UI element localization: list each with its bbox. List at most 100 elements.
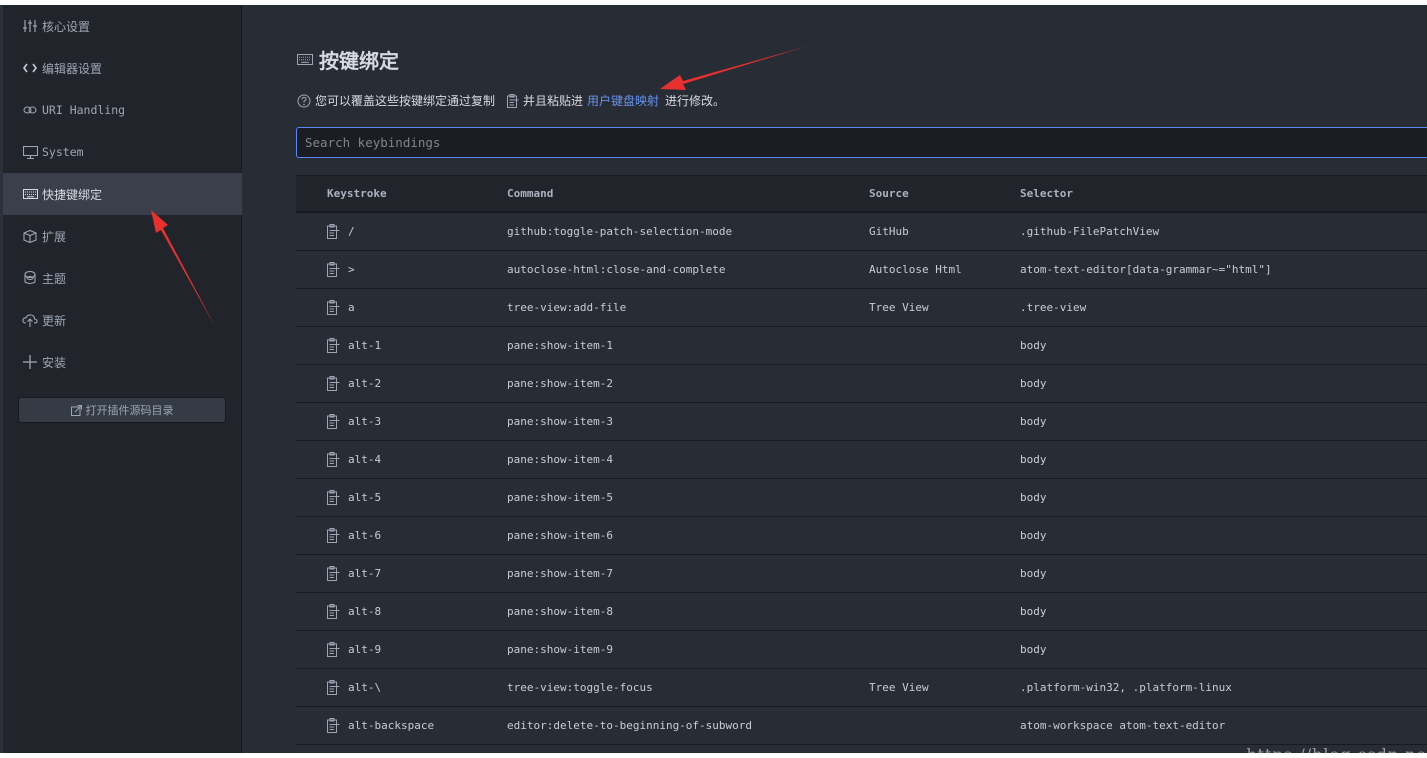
settings-window: 核心设置 编辑器设置 URI Handling System 快捷键绑定 扩展 … — [0, 5, 1427, 753]
keystroke-value: / — [348, 225, 355, 238]
copy-icon[interactable] — [327, 566, 340, 581]
copy-icon[interactable] — [327, 300, 340, 315]
search-keybindings-input[interactable] — [296, 127, 1427, 158]
table-body: / github:toggle-patch-selection-mode GitHu… — [296, 213, 1427, 753]
selector-cell: body — [1020, 529, 1047, 542]
copy-icon[interactable] — [327, 642, 340, 657]
command-cell: pane:show-item-9 — [507, 643, 613, 656]
command-cell: github:toggle-patch-selection-mode — [507, 225, 733, 238]
monitor-icon — [21, 145, 39, 159]
sidebar-item-label: 核心设置 — [42, 19, 91, 34]
table-row: alt-9 pane:show-item-9 body — [296, 631, 1427, 669]
keystroke-cell: alt-7 — [327, 555, 381, 592]
copy-icon[interactable] — [327, 490, 340, 505]
header-keystroke[interactable]: Keystroke — [327, 176, 387, 211]
command-cell: pane:show-item-5 — [507, 491, 613, 504]
command-cell: tree-view:add-file — [507, 301, 627, 314]
sidebar-item-editor[interactable]: 编辑器设置 — [3, 47, 242, 89]
sidebar-item-label: 编辑器设置 — [42, 61, 103, 76]
sliders-icon — [21, 20, 39, 32]
sidebar-item-updates[interactable]: 更新 — [3, 299, 242, 341]
sidebar-item-uri-handling[interactable]: URI Handling — [3, 89, 242, 131]
copy-icon[interactable] — [327, 224, 340, 239]
copy-icon[interactable] — [327, 680, 340, 695]
keystroke-cell: alt-3 — [327, 403, 381, 440]
header-command[interactable]: Command — [507, 176, 553, 211]
page-title: 按键绑定 — [297, 45, 399, 74]
sidebar-item-keybindings[interactable]: 快捷键绑定 — [3, 173, 242, 215]
keystroke-cell: alt-backspace — [327, 707, 434, 744]
header-source[interactable]: Source — [869, 176, 909, 211]
table-header: Keystroke Command Source Selector — [296, 175, 1427, 213]
sidebar-item-core[interactable]: 核心设置 — [3, 5, 242, 47]
keystroke-value: alt-8 — [348, 605, 382, 618]
command-cell: autoclose-html:close-and-complete — [507, 263, 726, 276]
keyboard-icon — [21, 189, 39, 199]
sidebar-item-system[interactable]: System — [3, 131, 242, 173]
hint-text-part2: 并且粘贴进 — [523, 94, 584, 108]
copy-icon[interactable] — [327, 528, 340, 543]
copy-icon[interactable] — [327, 414, 340, 429]
keystroke-value: alt-6 — [348, 529, 382, 542]
command-cell: pane:show-item-1 — [507, 339, 613, 352]
keybindings-panel: 按键绑定 您可以覆盖这些按键绑定通过复制 并且粘贴进 用户键盘映射 进行修改。 … — [243, 5, 1427, 753]
bottom-strip — [0, 753, 1427, 758]
keyboard-icon — [297, 54, 313, 65]
selector-cell: atom-text-editor[data-grammar~="html"] — [1020, 263, 1272, 276]
keystroke-cell: alt-2 — [327, 365, 381, 402]
selector-cell: .tree-view — [1020, 301, 1087, 314]
question-icon — [297, 94, 311, 108]
table-row: alt-7 pane:show-item-7 body — [296, 555, 1427, 593]
keystroke-value: a — [348, 301, 355, 314]
clippy-icon — [507, 93, 519, 108]
sidebar-item-themes[interactable]: 主题 — [3, 257, 242, 299]
keystroke-cell: alt-4 — [327, 441, 381, 478]
copy-icon[interactable] — [327, 604, 340, 619]
user-keymap-link[interactable]: 用户键盘映射 — [587, 92, 659, 109]
header-selector[interactable]: Selector — [1020, 176, 1073, 211]
copy-icon[interactable] — [327, 718, 340, 733]
selector-cell: body — [1020, 643, 1047, 656]
sidebar-item-install[interactable]: 安装 — [3, 341, 242, 383]
copy-icon[interactable] — [327, 376, 340, 391]
keystroke-cell: alt-5 — [327, 479, 381, 516]
selector-cell: atom-workspace atom-text-editor — [1020, 719, 1226, 732]
source-cell: GitHub — [869, 225, 909, 238]
command-cell: pane:show-item-6 — [507, 529, 613, 542]
selector-cell: body — [1020, 453, 1047, 466]
table-row: alt-8 pane:show-item-8 body — [296, 593, 1427, 631]
override-hint: 您可以覆盖这些按键绑定通过复制 并且粘贴进 用户键盘映射 进行修改。 — [297, 92, 725, 109]
keystroke-value: alt-9 — [348, 643, 382, 656]
selector-cell: body — [1020, 415, 1047, 428]
cloud-upload-icon — [21, 313, 39, 327]
selector-cell: atom-workspace — [1020, 745, 1113, 753]
table-row: alt-4 pane:show-item-4 body — [296, 441, 1427, 479]
sidebar-item-label: 更新 — [42, 313, 67, 328]
sidebar-item-label: 快捷键绑定 — [42, 187, 103, 202]
command-cell: pane:show-item-3 — [507, 415, 613, 428]
open-package-source-label: 打开插件源码目录 — [85, 404, 174, 417]
keybindings-table: Keystroke Command Source Selector / githu… — [296, 175, 1427, 753]
command-cell: pane:show-item-8 — [507, 605, 613, 618]
hint-text-part1: 您可以覆盖这些按键绑定通过复制 — [315, 94, 496, 108]
open-package-source-button[interactable]: 打开插件源码目录 — [18, 397, 226, 423]
source-cell: Tree View — [869, 301, 929, 314]
keystroke-value: alt-2 — [348, 377, 382, 390]
keystroke-value: alt-\ — [348, 681, 382, 694]
table-row: alt-\ tree-view:toggle-focus Tree View .pla… — [296, 669, 1427, 707]
keystroke-value: alt-7 — [348, 567, 382, 580]
selector-cell: .platform-win32, .platform-linux — [1020, 681, 1232, 694]
command-cell: editor:delete-to-beginning-of-subword — [507, 719, 753, 732]
package-icon — [21, 229, 39, 243]
table-row: > autoclose-html:close-and-complete Autocl… — [296, 251, 1427, 289]
selector-cell: body — [1020, 377, 1047, 390]
sidebar-item-packages[interactable]: 扩展 — [3, 215, 242, 257]
copy-icon[interactable] — [327, 262, 340, 277]
sidebar-item-label: System — [42, 145, 84, 159]
code-icon — [21, 63, 39, 73]
source-cell: Tree View — [869, 681, 929, 694]
copy-icon[interactable] — [327, 338, 340, 353]
paintcan-icon — [21, 271, 39, 285]
copy-icon[interactable] — [327, 452, 340, 467]
table-row: alt-1 pane:show-item-1 body — [296, 327, 1427, 365]
